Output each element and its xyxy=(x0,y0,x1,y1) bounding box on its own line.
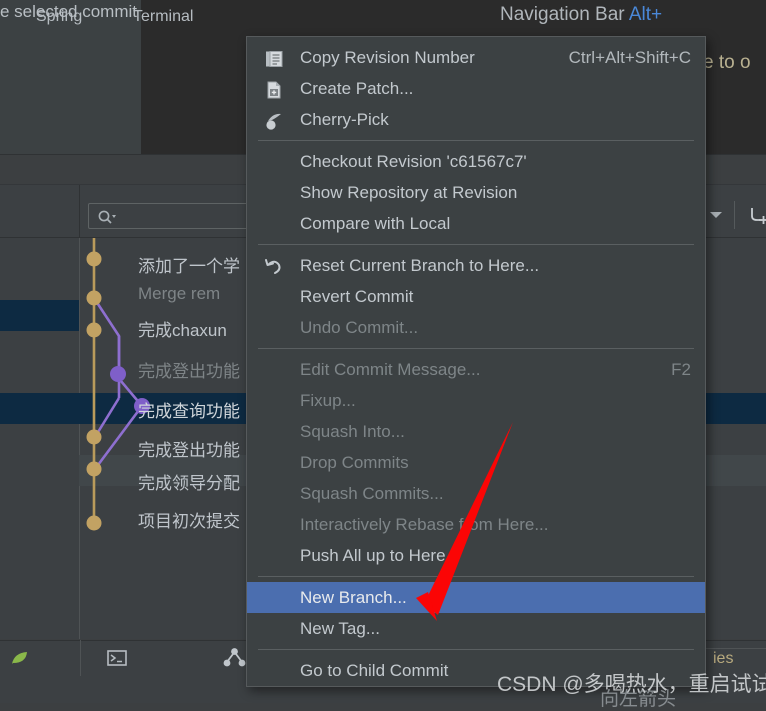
menu-item-interactively-rebase-from-here: Interactively Rebase from Here... xyxy=(247,509,705,540)
menu-item-new-branch[interactable]: New Branch... xyxy=(247,582,705,613)
commit-message: 完成查询功能 xyxy=(138,402,240,421)
watermark: CSDN @多喝热水，重启试试 xyxy=(497,673,766,696)
navigation-bar-hint: Navigation Bar Alt+ xyxy=(500,0,662,32)
toolwindow-bar-divider xyxy=(80,640,81,676)
menu-item-label: Undo Commit... xyxy=(300,318,419,337)
commit-message: 项目初次提交 xyxy=(138,512,240,531)
commit-message: 完成chaxun xyxy=(138,321,227,340)
menu-item-squash-commits: Squash Commits... xyxy=(247,478,705,509)
menu-item-undo-commit: Undo Commit... xyxy=(247,312,705,343)
new-branch-icon[interactable] xyxy=(748,205,766,230)
cherry-pick-icon xyxy=(264,110,284,130)
menu-item-label: Drop Commits xyxy=(300,453,409,472)
patch-icon xyxy=(264,79,284,99)
menu-item-label: Edit Commit Message... xyxy=(300,360,481,379)
menu-item-label: Revert Commit xyxy=(300,287,414,306)
menu-item-label: Go to Child Commit xyxy=(300,661,449,680)
menu-separator xyxy=(258,244,694,245)
commit-message: 完成登出功能 xyxy=(138,362,240,381)
menu-item-label: Checkout Revision 'c61567c7' xyxy=(300,152,527,171)
right-panel-label: ies xyxy=(713,650,734,667)
menu-item-squash-into: Squash Into... xyxy=(247,416,705,447)
menu-item-revert-commit[interactable]: Revert Commit xyxy=(247,281,705,312)
menu-separator xyxy=(258,140,694,141)
commit-message: 完成领导分配 xyxy=(138,474,240,493)
menu-item-label: Create Patch... xyxy=(300,79,414,98)
toolwindow-item-terminal-label: Terminal xyxy=(133,8,194,25)
toolbar-separator xyxy=(734,201,735,229)
git-branch-icon[interactable] xyxy=(222,648,248,673)
menu-item-label: Interactively Rebase from Here... xyxy=(300,515,549,534)
terminal-icon xyxy=(107,649,127,672)
menu-item-reset-current-branch[interactable]: Reset Current Branch to Here... xyxy=(247,250,705,281)
reset-icon xyxy=(264,256,284,276)
chevron-down-icon[interactable] xyxy=(710,212,722,218)
menu-item-copy-revision-number[interactable]: Copy Revision Number Ctrl+Alt+Shift+C xyxy=(247,42,705,73)
menu-item-label: Compare with Local xyxy=(300,214,451,233)
commit-context-menu[interactable]: Copy Revision Number Ctrl+Alt+Shift+C Cr… xyxy=(246,36,706,687)
menu-item-fixup: Fixup... xyxy=(247,385,705,416)
toolbar-divider-left xyxy=(79,185,80,237)
status-bar-text: e selected commit xyxy=(0,2,137,21)
menu-item-new-tag[interactable]: New Tag... xyxy=(247,613,705,644)
copy-icon xyxy=(264,48,284,68)
menu-item-drop-commits: Drop Commits xyxy=(247,447,705,478)
navigation-bar-hint-label: Navigation Bar xyxy=(500,4,629,25)
menu-separator xyxy=(258,348,694,349)
menu-item-show-repository-at-revision[interactable]: Show Repository at Revision xyxy=(247,177,705,208)
spring-leaf-icon xyxy=(10,649,30,672)
menu-item-label: Cherry-Pick xyxy=(300,110,389,129)
commit-message: 完成登出功能 xyxy=(138,441,240,460)
menu-item-label: Push All up to Here... xyxy=(300,546,460,565)
menu-item-create-patch[interactable]: Create Patch... xyxy=(247,73,705,104)
menu-item-label: Squash Commits... xyxy=(300,484,444,503)
editor-text-fragment: e to o xyxy=(703,52,751,73)
menu-item-label: Squash Into... xyxy=(300,422,405,441)
menu-item-label: New Branch... xyxy=(300,588,407,607)
menu-separator xyxy=(258,649,694,650)
menu-item-label: Reset Current Branch to Here... xyxy=(300,256,540,275)
menu-item-push-all-up-to-here[interactable]: Push All up to Here... xyxy=(247,540,705,571)
toolwindow-item-terminal[interactable]: Terminal xyxy=(133,8,193,26)
menu-item-shortcut: F2 xyxy=(671,360,691,379)
menu-item-compare-with-local[interactable]: Compare with Local xyxy=(247,208,705,239)
right-panel-hline xyxy=(704,648,766,649)
menu-item-cherry-pick[interactable]: Cherry-Pick xyxy=(247,104,705,135)
menu-item-label: New Tag... xyxy=(300,619,381,638)
menu-item-label: Copy Revision Number xyxy=(300,48,475,67)
search-icon[interactable] xyxy=(97,208,117,226)
menu-item-checkout-revision[interactable]: Checkout Revision 'c61567c7' xyxy=(247,146,705,177)
menu-item-label: Show Repository at Revision xyxy=(300,183,518,202)
menu-item-edit-commit-message: Edit Commit Message... F2 xyxy=(247,354,705,385)
menu-item-shortcut: Ctrl+Alt+Shift+C xyxy=(568,48,691,67)
menu-item-label: Fixup... xyxy=(300,391,356,410)
menu-separator xyxy=(258,576,694,577)
navigation-bar-hint-shortcut: Alt+ xyxy=(628,4,663,25)
commit-message: Merge rem xyxy=(138,284,221,303)
commit-message: 添加了一个学 xyxy=(138,257,240,276)
